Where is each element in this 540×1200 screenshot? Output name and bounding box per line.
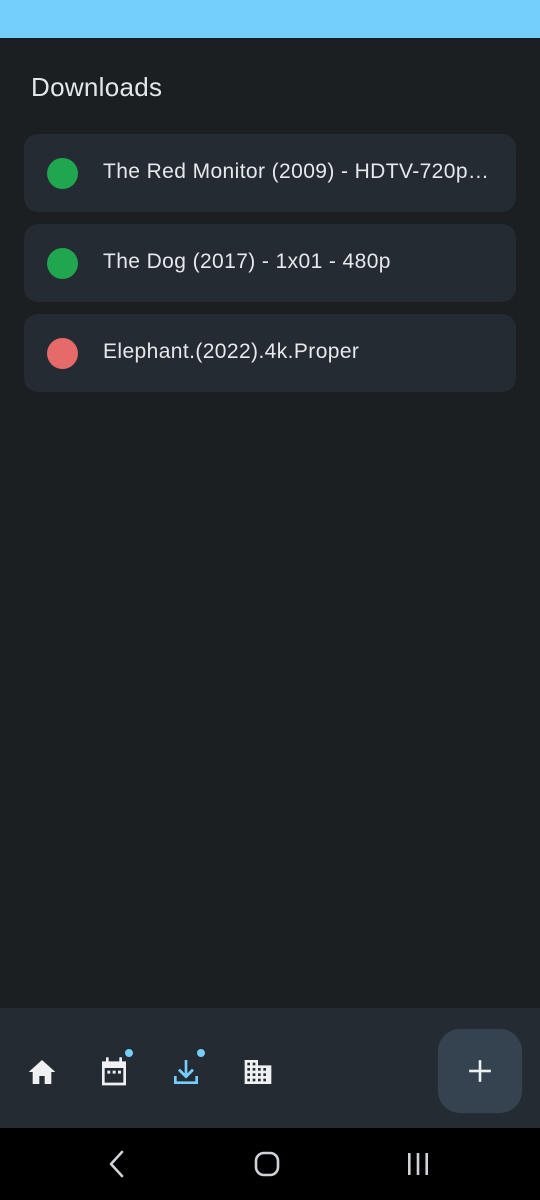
back-chevron-icon [109, 1150, 124, 1178]
plus-icon [469, 1060, 491, 1082]
nav-downloads-button[interactable] [166, 1048, 206, 1092]
nav-calendar-button[interactable] [94, 1048, 134, 1092]
download-item[interactable]: The Dog (2017) - 1x01 - 480p [24, 224, 516, 302]
calendar-badge [124, 1048, 134, 1058]
status-bar [0, 0, 540, 38]
page-title: Downloads [31, 72, 163, 102]
system-back-button[interactable] [97, 1146, 137, 1182]
status-dot-icon [47, 338, 78, 369]
home-icon [28, 1060, 56, 1084]
add-button[interactable] [438, 1029, 522, 1113]
download-title: The Red Monitor (2009) - HDTV-720p - Eng… [103, 160, 489, 183]
recents-icon [408, 1153, 428, 1175]
building-icon [244, 1060, 272, 1084]
status-dot-icon [47, 248, 78, 279]
download-item[interactable]: Elephant.(2022).4k.Proper [24, 314, 516, 392]
downloads-badge [196, 1048, 206, 1058]
calendar-icon [102, 1057, 126, 1086]
download-item[interactable]: The Red Monitor (2009) - HDTV-720p - Eng… [24, 134, 516, 212]
nav-home-button[interactable] [22, 1052, 62, 1092]
system-navigation-bar [0, 1128, 540, 1200]
nav-library-button[interactable] [238, 1052, 278, 1092]
app-body: Downloads The Red Monitor (2009) - HDTV-… [0, 38, 540, 1008]
download-title: The Dog (2017) - 1x01 - 480p [103, 250, 391, 273]
system-home-button[interactable] [247, 1146, 287, 1182]
bottom-navigation-bar [0, 1008, 540, 1128]
download-title: Elephant.(2022).4k.Proper [103, 340, 360, 363]
download-list: The Red Monitor (2009) - HDTV-720p - Eng… [24, 134, 516, 404]
system-recents-button[interactable] [398, 1146, 438, 1182]
status-dot-icon [47, 158, 78, 189]
download-icon [174, 1060, 198, 1084]
home-circle-icon [254, 1151, 280, 1177]
